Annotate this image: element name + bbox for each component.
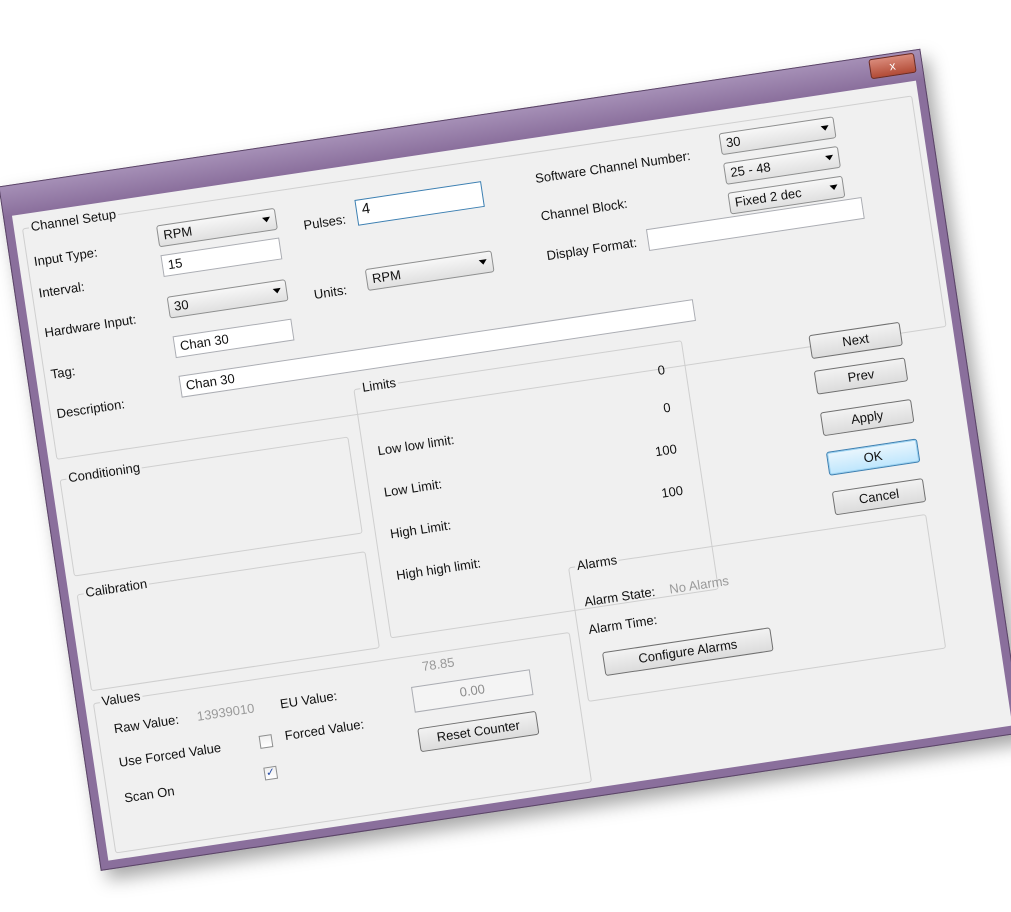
limits-header-value: 0 (656, 362, 666, 378)
apply-button[interactable]: Apply (819, 398, 915, 437)
conditioning-title: Conditioning (65, 459, 143, 486)
conditioning-group: Conditioning (59, 436, 363, 577)
chevron-down-icon (272, 287, 282, 294)
chevron-down-icon (820, 125, 830, 132)
high-limit-label: High Limit: (389, 517, 453, 542)
high-high-limit-label: High high limit: (395, 555, 482, 583)
prev-button[interactable]: Prev (813, 357, 909, 395)
dialog-client-area: Channel Setup Input Type: RPM Interval: … (11, 80, 1011, 861)
calibration-title: Calibration (82, 575, 151, 601)
chevron-down-icon (825, 154, 834, 161)
low-limit-label: Low Limit: (382, 476, 443, 500)
software-channel-value: 30 (724, 133, 742, 151)
scan-on-label: Scan On (123, 783, 176, 806)
channel-block-label: Channel Block: (539, 195, 629, 224)
software-channel-label: Software Channel Number: (534, 147, 692, 186)
units-dropdown[interactable]: RPM (364, 250, 495, 291)
pulses-field[interactable]: 4 (354, 181, 485, 226)
hardware-input-label: Hardware Input: (43, 311, 138, 341)
pulses-label: Pulses: (302, 211, 347, 233)
configure-alarms-button[interactable]: Configure Alarms (601, 627, 774, 677)
interval-label: Interval: (37, 278, 86, 301)
reset-counter-button[interactable]: Reset Counter (417, 710, 540, 753)
channel-setup-group-title: Channel Setup (27, 206, 119, 235)
hardware-input-dropdown[interactable]: 30 (166, 279, 289, 319)
display-format-value: Fixed 2 dec (733, 184, 803, 210)
units-value: RPM (371, 267, 402, 287)
chevron-down-icon (829, 184, 839, 191)
input-type-label: Input Type: (32, 244, 99, 269)
use-forced-value-label: Use Forced Value (117, 739, 223, 770)
use-forced-value-checkbox[interactable] (258, 734, 274, 749)
close-icon: x (888, 58, 897, 74)
forced-value-label: Forced Value: (283, 716, 366, 744)
input-type-value: RPM (162, 223, 194, 243)
eu-value: 78.85 (421, 654, 456, 675)
cancel-button[interactable]: Cancel (831, 478, 927, 516)
checkmark-icon: ✓ (265, 766, 277, 780)
chevron-down-icon (478, 259, 488, 266)
forced-value-field[interactable]: 0.00 (411, 669, 534, 713)
tag-field[interactable]: Chan 30 (172, 318, 295, 359)
alarm-state-value: No Alarms (668, 572, 730, 597)
raw-value-label: Raw Value: (112, 711, 180, 737)
values-title: Values (98, 687, 144, 710)
ok-button[interactable]: OK (825, 438, 921, 476)
low-limit-value: 100 (654, 441, 678, 460)
units-label: Units: (312, 282, 348, 302)
channel-setup-window: x Channel Setup Input Type: RPM Interval… (0, 48, 1011, 871)
dialog-stage: x Channel Setup Input Type: RPM Interval… (0, 0, 1011, 912)
alarm-time-label: Alarm Time: (587, 611, 659, 638)
display-format-label: Display Format: (545, 234, 638, 264)
eu-value-label: EU Value: (278, 688, 339, 712)
close-button[interactable]: x (868, 52, 917, 80)
high-limit-value: 100 (660, 482, 685, 501)
tag-label: Tag: (49, 363, 77, 382)
chevron-down-icon (262, 216, 271, 223)
hardware-input-value: 30 (173, 296, 190, 314)
alarm-state-label: Alarm State: (583, 583, 657, 610)
raw-value: 13939010 (195, 700, 256, 724)
scan-on-checkbox[interactable]: ✓ (263, 765, 279, 781)
channel-block-value: 25 - 48 (729, 159, 772, 181)
low-low-limit-label: Low low limit: (376, 431, 456, 459)
description-label: Description: (55, 396, 126, 422)
low-low-limit-value: 0 (662, 399, 672, 416)
